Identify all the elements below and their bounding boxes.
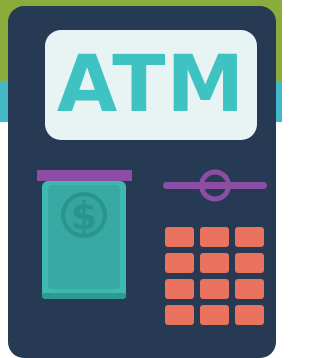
keypad-key <box>200 227 229 247</box>
keypad-key <box>165 279 194 299</box>
keypad-key <box>200 253 229 273</box>
keypad-key <box>200 279 229 299</box>
keypad-key <box>235 227 264 247</box>
keypad-key <box>165 305 194 325</box>
dollar-bill-icon: $ <box>42 181 126 299</box>
atm-screen: ATM <box>45 30 257 140</box>
atm-machine-body: ATM $ <box>8 6 276 358</box>
keypad-key <box>200 305 229 325</box>
keypad <box>165 227 265 325</box>
keypad-key <box>235 279 264 299</box>
atm-screen-text: ATM <box>56 40 246 130</box>
svg-text:$: $ <box>71 194 97 238</box>
cash-dispenser-slot <box>37 170 132 181</box>
keypad-key <box>165 253 194 273</box>
keypad-key <box>235 305 264 325</box>
keypad-key <box>165 227 194 247</box>
card-slot-icon <box>163 168 267 204</box>
keypad-key <box>235 253 264 273</box>
